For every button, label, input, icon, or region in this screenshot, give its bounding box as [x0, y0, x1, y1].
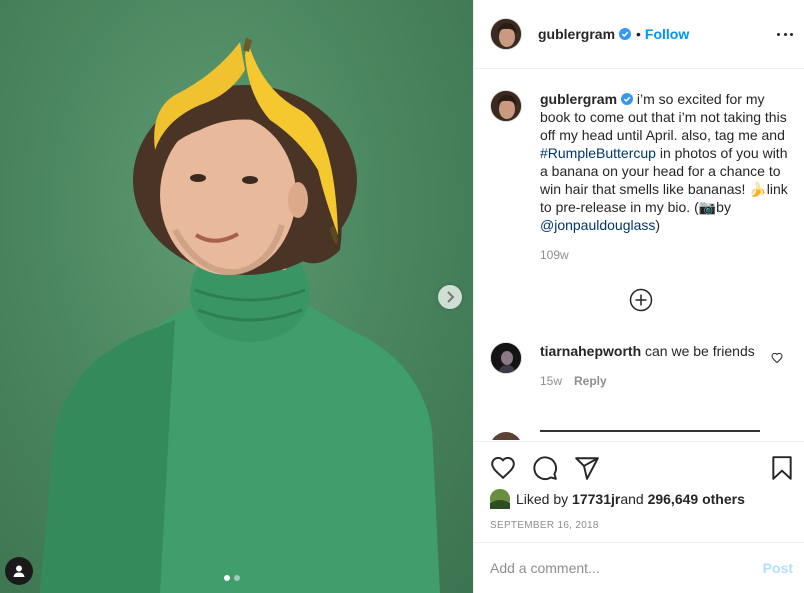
avatar-image: [490, 489, 510, 509]
photo-illustration: [40, 38, 440, 593]
load-more-comments-icon[interactable]: [629, 288, 653, 312]
comment-timestamp[interactable]: 15w: [540, 374, 562, 388]
next-photo-button[interactable]: [438, 285, 462, 309]
avatar[interactable]: [490, 342, 522, 374]
chevron-right-icon: [447, 291, 455, 303]
avatar-image: [491, 91, 521, 121]
comment-meta: 15w Reply: [540, 372, 770, 390]
post-date[interactable]: September 16, 2018: [490, 520, 599, 531]
comment-username[interactable]: tiarnahepworth: [540, 343, 641, 359]
heart-icon[interactable]: [490, 455, 516, 481]
likes-mid: and: [620, 491, 644, 507]
more-dot: [790, 32, 793, 36]
likes-count-link[interactable]: 296,649 others: [648, 491, 745, 507]
separator-bullet: •: [636, 26, 641, 42]
caption-mention-link[interactable]: @jonpauldouglass: [540, 217, 655, 233]
comment-icon[interactable]: [532, 455, 558, 481]
post-photo[interactable]: [0, 0, 473, 593]
comments-list[interactable]: gublergram i’m so excited for my book to…: [474, 70, 804, 440]
post-actions: Liked by 17731jr and 296,649 others Sept…: [474, 441, 804, 542]
like-comment-heart-icon[interactable]: [771, 352, 783, 364]
verified-badge-icon: [621, 93, 634, 105]
avatar: [490, 432, 522, 440]
more-dot: [783, 32, 787, 36]
post-header: gublergram • Follow: [474, 0, 804, 69]
avatar[interactable]: [490, 489, 510, 509]
comment-item: tiarnahepworth can we be friends 15w Repl…: [490, 342, 790, 390]
tagged-users-button[interactable]: [5, 557, 33, 585]
avatar-image: [491, 343, 521, 373]
liked-by-user-link[interactable]: 17731jr: [572, 491, 620, 507]
share-icon[interactable]: [574, 455, 600, 481]
caption-username[interactable]: gublergram: [540, 91, 617, 107]
follow-button[interactable]: Follow: [645, 26, 689, 42]
pagination-dot: [234, 575, 240, 581]
comment-text: tiarnahepworth can we be friends 15w Repl…: [540, 342, 770, 390]
caption-hashtag-link[interactable]: #RumpleButtercup: [540, 145, 656, 161]
pagination-dot: [224, 575, 230, 581]
caption-text: gublergram i’m so excited for my book to…: [540, 90, 788, 264]
bookmark-icon[interactable]: [769, 455, 795, 481]
instagram-post: gublergram • Follow gublergram i’m so ex…: [0, 0, 804, 593]
caption-timestamp[interactable]: 109w: [540, 246, 788, 264]
comment-input[interactable]: [490, 560, 763, 576]
action-icons: [490, 455, 600, 481]
add-comment-bar: Post: [474, 542, 804, 593]
post-side-panel: gublergram • Follow gublergram i’m so ex…: [473, 0, 804, 593]
verified-badge-icon: [619, 28, 632, 40]
likes-summary: Liked by 17731jr and 296,649 others: [490, 489, 745, 509]
post-comment-button[interactable]: Post: [763, 560, 793, 576]
avatar-image: [491, 19, 521, 49]
partial-comment-item: [490, 430, 790, 440]
photo-pagination: [224, 575, 240, 581]
likes-prefix: Liked by: [516, 491, 569, 507]
comment-body: can we be friends: [641, 343, 755, 359]
user-icon: [13, 565, 25, 577]
partial-comment-text-fragment: [540, 430, 760, 440]
more-options-icon[interactable]: [777, 24, 793, 44]
caption-body-part: ): [655, 217, 661, 233]
more-dot: [777, 32, 780, 36]
avatar[interactable]: [490, 90, 522, 122]
post-username[interactable]: gublergram: [538, 26, 615, 42]
reply-button[interactable]: Reply: [574, 374, 607, 388]
avatar[interactable]: [490, 18, 522, 50]
post-caption: gublergram i’m so excited for my book to…: [490, 90, 790, 264]
